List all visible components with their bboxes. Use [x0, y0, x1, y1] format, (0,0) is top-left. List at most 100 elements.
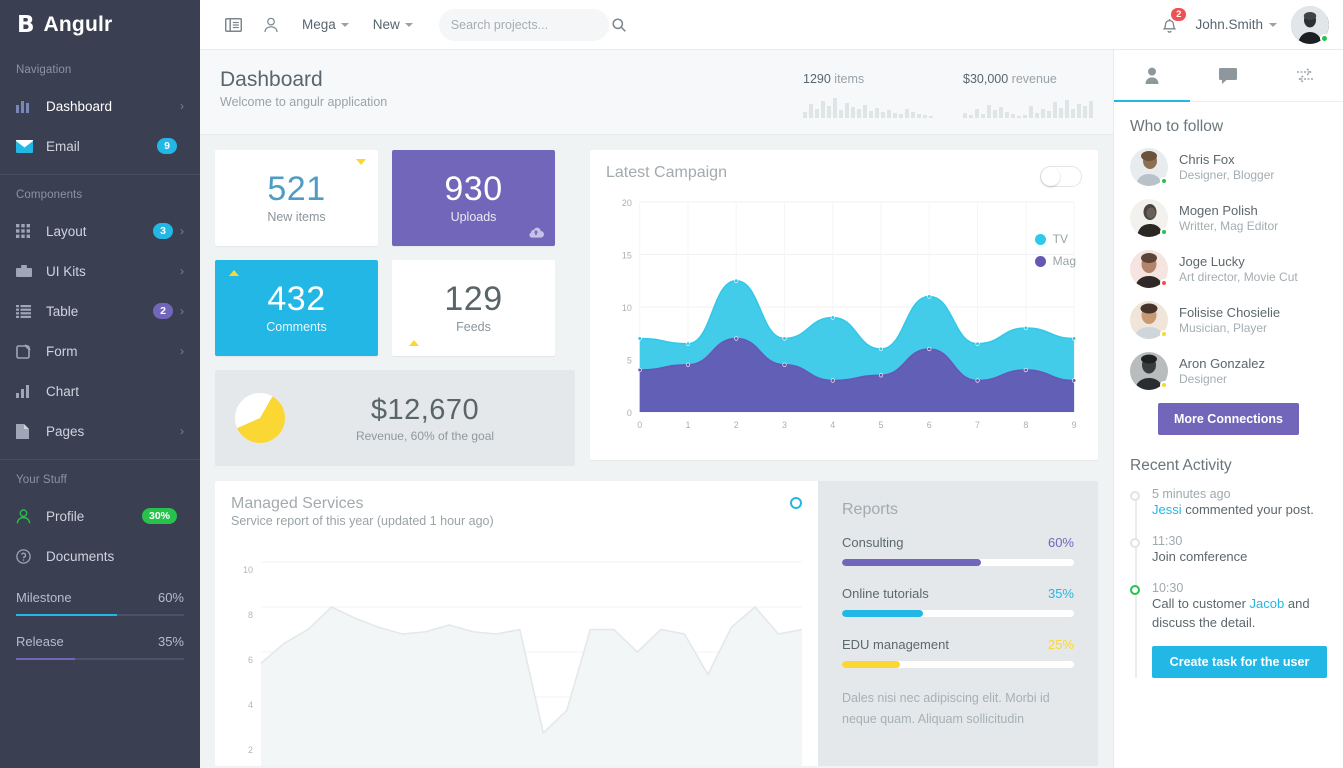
progress-value: 60% [158, 590, 184, 605]
sparkline-bar [1077, 104, 1081, 118]
sidebar-item-pages[interactable]: Pages › [0, 411, 200, 451]
nav-menu-mega[interactable]: Mega [290, 6, 361, 44]
list-item[interactable]: 11:30 Join comference [1152, 534, 1327, 567]
list-item[interactable]: 5 minutes ago Jessi commented your post. [1152, 487, 1327, 520]
search-input[interactable] [451, 18, 612, 32]
user-outline-icon [16, 509, 46, 524]
svg-text:6: 6 [248, 655, 253, 665]
progress-label: Milestone [16, 590, 72, 605]
user-icon[interactable] [252, 6, 290, 44]
sparkline-bar [803, 112, 807, 118]
sparkline-bar [881, 112, 885, 118]
list-item-text: Mogen Polish Writter, Mag Editor [1179, 203, 1278, 233]
progress-fill [16, 614, 117, 616]
managed-services-card: Managed Services Service report of this … [215, 481, 818, 766]
sparkline-bar [923, 115, 927, 118]
sidebar-item-form[interactable]: Form › [0, 331, 200, 371]
brand[interactable]: B Angulr [0, 0, 200, 50]
sidebar-item-chart[interactable]: Chart [0, 371, 200, 411]
sidebar-item-label: Table [46, 304, 153, 319]
tile-comments[interactable]: 432 Comments [215, 260, 378, 356]
campaign-toggle-switch[interactable] [1040, 166, 1082, 187]
sidebar-item-email[interactable]: Email 9 [0, 126, 200, 166]
right-aside: Who to follow Chris Fox Designer, Blogge… [1113, 50, 1343, 768]
list-item[interactable]: Chris Fox Designer, Blogger [1130, 148, 1327, 186]
header-stat-value: $30,000 [963, 72, 1008, 86]
sparkline-bar [1089, 101, 1093, 118]
refresh-circle-icon[interactable] [790, 497, 802, 509]
file-icon [16, 424, 46, 439]
user-menu[interactable]: John.Smith [1195, 17, 1277, 32]
person-name: Chris Fox [1179, 152, 1274, 167]
toggle-knob [1041, 167, 1060, 186]
sidebar-toggle-icon[interactable] [214, 6, 252, 44]
table-icon [16, 305, 46, 318]
person-name: Mogen Polish [1179, 203, 1278, 218]
list-item-text: Aron Gonzalez Designer [1179, 356, 1265, 386]
sidebar-item-label: Pages [46, 424, 180, 439]
chevron-down-icon [405, 23, 413, 27]
legend-label: Mag [1053, 254, 1076, 268]
list-item[interactable]: Mogen Polish Writter, Mag Editor [1130, 199, 1327, 237]
question-circle-icon [16, 549, 46, 564]
brand-logo-icon: B [17, 14, 35, 37]
tab-messages[interactable] [1190, 50, 1266, 101]
list-item[interactable]: Folisise Chosielie Musician, Player [1130, 301, 1327, 339]
report-value: 35% [1048, 586, 1074, 601]
tile-value: 521 [267, 172, 325, 208]
list-item[interactable]: Joge Lucky Art director, Movie Cut [1130, 250, 1327, 288]
dashboard-grid: 521 New items 930 Uploads [200, 135, 1113, 481]
avatar[interactable] [1291, 6, 1329, 44]
list-item[interactable]: Aron Gonzalez Designer [1130, 352, 1327, 390]
left-sidebar: B Angulr Navigation Dashboard › Email 9 … [0, 0, 200, 768]
nav-menu-new[interactable]: New [361, 6, 425, 44]
chevron-down-icon [1269, 23, 1277, 27]
chevron-right-icon: › [180, 424, 184, 438]
header-stats: 1290 items $30,000 revenue [803, 68, 1093, 118]
tab-activity[interactable] [1267, 50, 1343, 101]
sidebar-item-layout[interactable]: Layout 3 › [0, 211, 200, 251]
edit-square-icon [16, 344, 46, 359]
sidebar-item-label: Email [46, 139, 157, 154]
person-role: Writter, Mag Editor [1179, 219, 1278, 233]
legend-swatch [1035, 234, 1046, 245]
person-role: Designer, Blogger [1179, 168, 1274, 182]
svg-text:3: 3 [782, 420, 787, 430]
activity-text: Jessi commented your post. [1152, 501, 1327, 520]
exchange-icon [1296, 68, 1314, 83]
sidebar-item-documents[interactable]: Documents [0, 536, 200, 576]
tab-people[interactable] [1114, 50, 1190, 101]
svg-text:0: 0 [627, 408, 632, 418]
tile-new-items[interactable]: 521 New items [215, 150, 378, 246]
sparkline-bar [839, 110, 843, 118]
report-label: Online tutorials [842, 586, 929, 601]
tile-feeds[interactable]: 129 Feeds [392, 260, 555, 356]
revenue-amount: $12,670 [305, 394, 545, 427]
sparkline-bar [1071, 109, 1075, 118]
sparkline-bar [987, 105, 991, 118]
sidebar-item-label: Profile [46, 509, 142, 524]
sidebar-item-ui-kits[interactable]: UI Kits › [0, 251, 200, 291]
svg-text:8: 8 [1023, 420, 1028, 430]
activity-link[interactable]: Jessi [1152, 502, 1182, 517]
create-task-button[interactable]: Create task for the user [1152, 646, 1327, 678]
list-item[interactable]: 10:30 Call to customer Jacob and discuss… [1152, 581, 1327, 633]
activity-link[interactable]: Jacob [1250, 596, 1285, 611]
sidebar-badge-table: 2 [153, 303, 173, 320]
notifications-button[interactable]: 2 [1149, 5, 1189, 45]
sparkline-bar [863, 105, 867, 118]
search-icon[interactable] [612, 18, 626, 32]
avatar [1130, 199, 1168, 237]
sidebar-item-table[interactable]: Table 2 › [0, 291, 200, 331]
more-connections-button[interactable]: More Connections [1158, 403, 1299, 435]
revenue-card[interactable]: $12,670 Revenue, 60% of the goal [215, 370, 575, 466]
report-track [842, 559, 1074, 566]
bottom-row: Managed Services Service report of this … [200, 481, 1113, 768]
tile-uploads[interactable]: 930 Uploads [392, 150, 555, 246]
sidebar-item-dashboard[interactable]: Dashboard › [0, 86, 200, 126]
person-name: Joge Lucky [1179, 254, 1298, 269]
svg-text:10: 10 [243, 565, 253, 575]
stat-tiles-column: 521 New items 930 Uploads [215, 150, 575, 466]
sidebar-item-profile[interactable]: Profile 30% [0, 496, 200, 536]
search-box[interactable] [439, 9, 609, 41]
